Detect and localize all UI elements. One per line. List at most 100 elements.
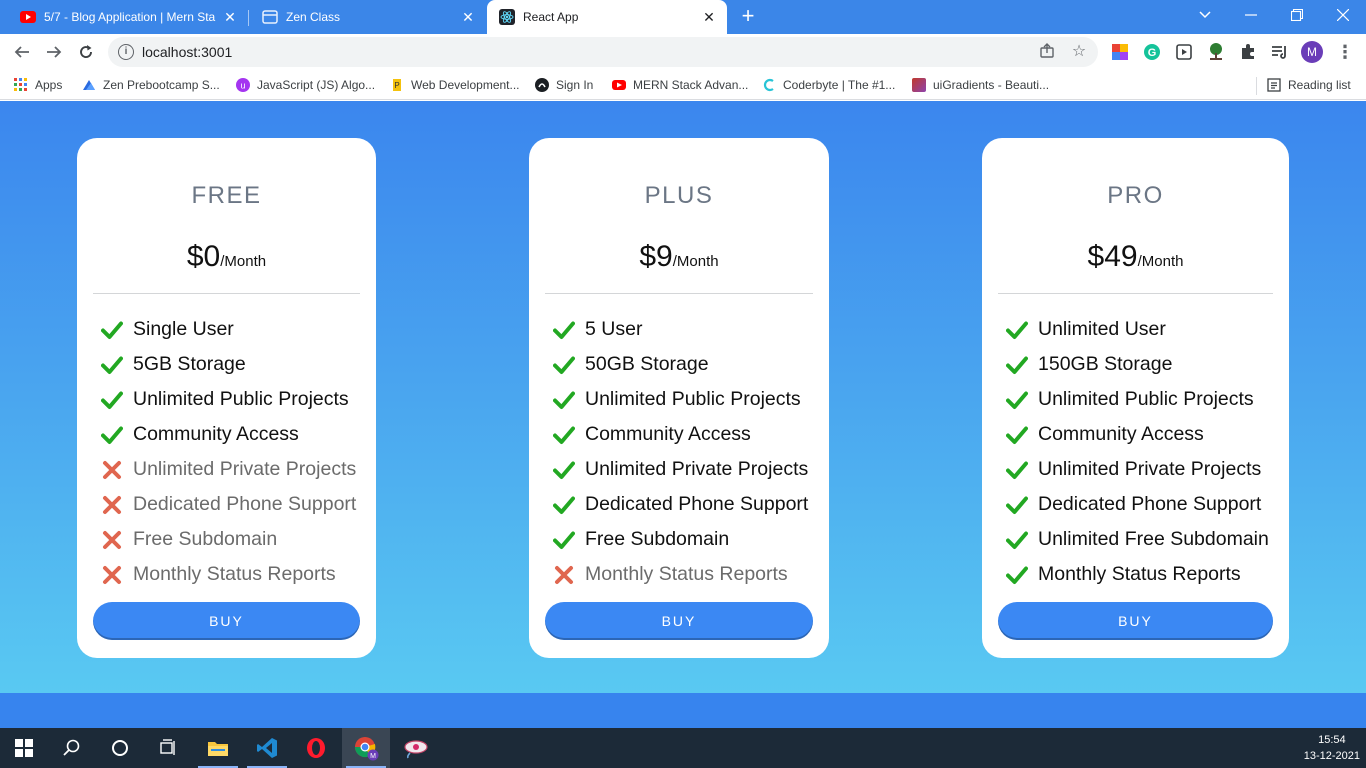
profile-avatar[interactable]: M <box>1301 41 1323 63</box>
feature-text: Community Access <box>585 423 751 445</box>
feature-item: Monthly Status Reports <box>553 557 808 592</box>
feature-text: Unlimited Public Projects <box>133 388 349 410</box>
close-tab-icon[interactable]: ✕ <box>458 9 478 26</box>
feature-text: Unlimited Private Projects <box>1038 458 1262 480</box>
check-icon <box>1006 389 1028 411</box>
card-divider <box>998 293 1273 294</box>
buy-button-plus[interactable]: BUY <box>545 602 813 640</box>
bookmark-javascript-algo[interactable]: u JavaScript (JS) Algo... <box>236 76 375 94</box>
feature-item: Unlimited Private Projects <box>553 452 808 487</box>
bookmark-label: MERN Stack Advan... <box>633 78 749 92</box>
buy-button-free[interactable]: BUY <box>93 602 360 640</box>
new-tab-button[interactable]: + <box>736 4 760 28</box>
clock-time: 15:54 <box>1318 734 1346 746</box>
check-icon <box>1006 319 1028 341</box>
check-icon <box>101 354 123 376</box>
file-explorer-icon[interactable] <box>194 728 242 768</box>
tree-extension-icon[interactable] <box>1206 42 1226 62</box>
tab-blog-application[interactable]: 5/7 - Blog Application | Mern Sta ✕ <box>8 0 248 34</box>
reading-list-label: Reading list <box>1288 78 1351 92</box>
tab-title: React App <box>523 10 579 24</box>
more-menu-icon[interactable]: ⋮ <box>1336 40 1354 64</box>
feature-text: 50GB Storage <box>585 353 709 375</box>
cortana-icon[interactable] <box>96 728 144 768</box>
share-icon[interactable] <box>1038 43 1056 61</box>
feature-list: 5 User 50GB Storage Unlimited Public Proje… <box>553 312 808 592</box>
windows-start-icon[interactable] <box>0 728 48 768</box>
vscode-icon[interactable] <box>243 728 291 768</box>
bookmark-star-icon[interactable]: ☆ <box>1070 43 1088 61</box>
bookmark-label: JavaScript (JS) Algo... <box>257 78 376 92</box>
feature-item: Community Access <box>101 417 356 452</box>
grammarly-icon[interactable]: G <box>1142 42 1162 62</box>
media-extension-icon[interactable] <box>1174 42 1194 62</box>
page-footer-band <box>0 693 1366 728</box>
opera-icon[interactable] <box>292 728 340 768</box>
feature-text: Unlimited Public Projects <box>1038 388 1254 410</box>
feature-text: Dedicated Phone Support <box>133 493 357 515</box>
bookmark-sign-in[interactable]: Sign In <box>535 76 593 94</box>
uigradients-icon <box>912 78 926 92</box>
bookmark-apps[interactable]: Apps <box>14 76 62 94</box>
tab-search-icon[interactable] <box>1182 0 1228 30</box>
extensions-puzzle-icon[interactable] <box>1238 42 1258 62</box>
browser-toolbar: i localhost:3001 ☆ G M ⋮ <box>0 34 1366 70</box>
back-icon[interactable] <box>8 38 36 66</box>
close-tab-icon[interactable]: ✕ <box>699 9 719 26</box>
check-icon <box>1006 564 1028 586</box>
feature-text: 5 User <box>585 318 643 340</box>
bookmark-coderbyte[interactable]: Coderbyte | The #1... <box>762 76 895 94</box>
feature-text: Dedicated Phone Support <box>1038 493 1262 515</box>
bookmark-uigradients[interactable]: uiGradients - Beauti... <box>912 76 1049 94</box>
minimize-icon[interactable] <box>1228 0 1274 30</box>
taskbar-clock[interactable]: 15:54 13-12-2021 <box>1304 732 1360 764</box>
reading-queue-icon[interactable] <box>1270 42 1290 62</box>
bookmarks-divider <box>1256 77 1257 95</box>
forward-icon[interactable] <box>40 38 68 66</box>
plan-name: PLUS <box>644 182 714 209</box>
price-period: /Month <box>1137 253 1184 270</box>
check-icon <box>553 354 575 376</box>
feature-item: 5GB Storage <box>101 347 356 382</box>
bookmark-zen-prebootcamp[interactable]: Zen Prebootcamp S... <box>82 76 220 94</box>
restore-icon[interactable] <box>1274 0 1320 30</box>
chrome-icon[interactable]: M <box>342 728 390 768</box>
bookmarks-bar: Apps Zen Prebootcamp S... u JavaScript (… <box>0 70 1366 100</box>
feature-text: Free Subdomain <box>585 528 730 550</box>
check-icon <box>101 319 123 341</box>
feature-item: Monthly Status Reports <box>1006 557 1269 592</box>
pricing-page: FREE $0/Month Single User 5GB Storage Unli… <box>0 101 1366 693</box>
search-icon[interactable] <box>48 728 96 768</box>
feature-list: Single User 5GB Storage Unlimited Public P… <box>101 312 356 592</box>
task-view-icon[interactable] <box>144 728 192 768</box>
bookmark-web-development[interactable]: P Web Development... <box>390 76 520 94</box>
reload-icon[interactable] <box>72 38 100 66</box>
plan-card-plus: PLUS $9/Month 5 User 50GB Storage Unlimite… <box>529 138 829 658</box>
tab-zen-class[interactable]: Zen Class ✕ <box>250 0 486 34</box>
reading-list-button[interactable]: Reading list <box>1267 76 1351 94</box>
buy-button-pro[interactable]: BUY <box>998 602 1273 640</box>
feature-text: Unlimited Public Projects <box>585 388 801 410</box>
price-amount: $0 <box>186 240 221 273</box>
address-bar[interactable]: i localhost:3001 ☆ <box>108 37 1098 67</box>
check-icon <box>1006 459 1028 481</box>
bookmark-label: uiGradients - Beauti... <box>933 78 1050 92</box>
bookmark-label: Web Development... <box>411 78 520 92</box>
close-window-icon[interactable] <box>1320 0 1366 30</box>
cross-icon <box>101 459 123 481</box>
app-icon[interactable] <box>392 728 440 768</box>
color-extension-icon[interactable] <box>1110 42 1130 62</box>
close-tab-icon[interactable]: ✕ <box>220 9 240 26</box>
site-info-icon[interactable]: i <box>118 44 134 60</box>
feature-item: Single User <box>101 312 356 347</box>
plan-card-free: FREE $0/Month Single User 5GB Storage Unli… <box>77 138 376 658</box>
tab-react-app[interactable]: React App ✕ <box>487 0 727 34</box>
feature-text: 150GB Storage <box>1038 353 1173 375</box>
feature-text: Unlimited Private Projects <box>585 458 809 480</box>
feature-text: Single User <box>133 318 234 340</box>
bookmark-mern-stack[interactable]: MERN Stack Advan... <box>612 76 748 94</box>
cross-icon <box>101 494 123 516</box>
bookmark-label: Sign In <box>556 78 594 92</box>
feature-item: Unlimited Private Projects <box>1006 452 1269 487</box>
bookmark-label: Coderbyte | The #1... <box>783 78 896 92</box>
